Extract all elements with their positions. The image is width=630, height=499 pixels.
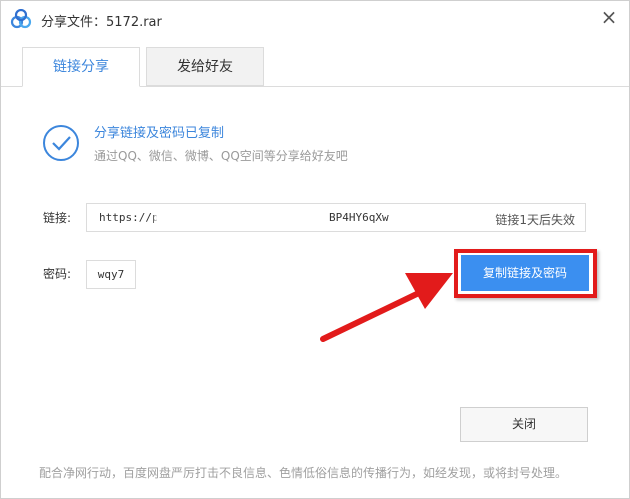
link-redaction — [157, 210, 329, 226]
window-title: 分享文件：5172.rar — [41, 15, 162, 30]
link-field[interactable]: https://p BP4HY6qXw 链接1天后失效 — [86, 203, 586, 232]
link-value: https://p — [99, 211, 159, 224]
password-field[interactable]: wqy7 — [86, 260, 136, 289]
close-button[interactable]: 关闭 — [460, 407, 588, 442]
check-circle-icon — [43, 125, 79, 161]
success-subtitle: 通过QQ、微信、微博、QQ空间等分享给好友吧 — [94, 149, 348, 163]
tab-send-to-friends[interactable]: 发给好友 — [146, 47, 264, 86]
tab-link-share[interactable]: 链接分享 — [22, 47, 140, 87]
close-icon[interactable]: × — [597, 5, 621, 29]
share-dialog: 分享文件：5172.rar × 链接分享 发给好友 分享链接及密码已复制 通过Q… — [0, 0, 630, 499]
baidu-netdisk-logo — [10, 9, 32, 29]
password-label: 密码: — [43, 267, 72, 281]
link-value-end: BP4HY6qXw — [329, 211, 389, 224]
title-bar: 分享文件：5172.rar × — [1, 1, 629, 37]
link-label: 链接: — [43, 211, 72, 225]
copy-link-and-password-button[interactable]: 复制链接及密码 — [461, 255, 589, 291]
tab-bar: 链接分享 发给好友 — [1, 47, 629, 87]
success-title: 分享链接及密码已复制 — [94, 126, 225, 141]
footer-notice: 配合净网行动，百度网盘严厉打击不良信息、色情低俗信息的传播行为，如经发现，或将封… — [39, 466, 568, 480]
red-arrow-annotation — [320, 273, 453, 342]
link-expire-text: 链接1天后失效 — [495, 213, 575, 227]
